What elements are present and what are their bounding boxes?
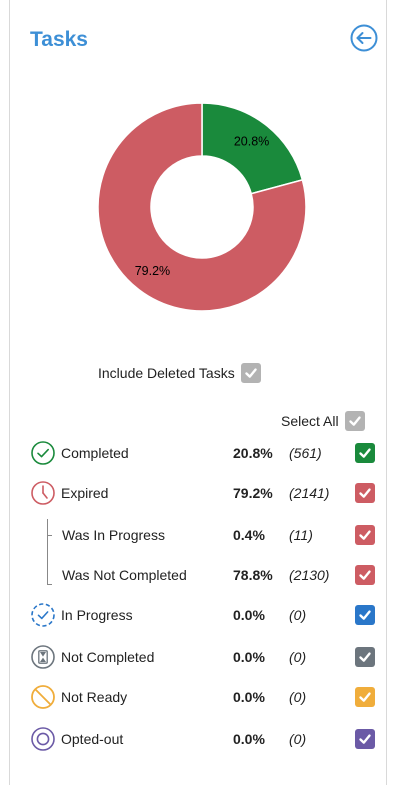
status-count: (0) — [289, 731, 307, 747]
select-all-label: Select All — [281, 413, 339, 429]
status-percent: 79.2% — [233, 485, 273, 501]
status-checkbox-was-in-progress[interactable] — [355, 525, 375, 545]
checkmark-icon — [359, 530, 371, 540]
select-all-checkbox[interactable] — [344, 411, 365, 431]
tree-connector-line — [47, 519, 48, 585]
checkmark-icon — [359, 488, 371, 498]
donut-slice-label: 20.8% — [234, 135, 269, 149]
status-row-in-progress: In Progress 0.0% (0) — [0, 601, 395, 629]
tree-connector-tick — [47, 535, 52, 536]
status-count: (0) — [289, 649, 307, 665]
status-label: Not Completed — [61, 649, 155, 665]
include-deleted-row: Include Deleted Tasks — [98, 363, 261, 383]
donut-slice-label: 79.2% — [135, 264, 170, 278]
progress-check-icon — [30, 602, 56, 628]
status-label: Expired — [61, 485, 109, 501]
tasks-panel: Tasks 20.8% 79.2% Include Deleted Tasks S… — [0, 0, 395, 785]
status-label: Not Ready — [61, 689, 128, 705]
back-button[interactable] — [349, 23, 379, 53]
arrow-left-circle-icon — [350, 24, 378, 52]
status-label: Was Not Completed — [62, 567, 187, 583]
status-row-opted-out: Opted-out 0.0% (0) — [0, 725, 395, 753]
opted-out-icon — [30, 726, 56, 752]
status-checkbox-opted-out[interactable] — [355, 729, 375, 749]
checkmark-icon — [359, 610, 371, 620]
status-checkbox-in-progress[interactable] — [355, 605, 375, 625]
checkmark-icon — [359, 734, 371, 744]
status-label: In Progress — [61, 607, 133, 623]
check-circle-icon — [30, 440, 56, 466]
status-checkbox-expired[interactable] — [355, 483, 375, 503]
status-percent: 0.0% — [233, 649, 265, 665]
status-percent: 0.0% — [233, 607, 265, 623]
status-row-was-not-completed: Was Not Completed 78.8% (2130) — [0, 561, 395, 589]
status-count: (561) — [289, 445, 322, 461]
status-count: (0) — [289, 607, 307, 623]
checkmark-icon — [348, 416, 361, 426]
status-percent: 78.8% — [233, 567, 273, 583]
include-deleted-checkbox[interactable] — [240, 363, 261, 383]
hourglass-icon — [30, 644, 56, 670]
status-row-not-completed: Not Completed 0.0% (0) — [0, 643, 395, 671]
select-all-row: Select All — [281, 411, 365, 431]
tree-connector-tick — [47, 584, 52, 585]
checkmark-icon — [359, 448, 371, 458]
status-row-not-ready: Not Ready 0.0% (0) — [0, 683, 395, 711]
page-title: Tasks — [30, 28, 88, 51]
checkmark-icon — [359, 692, 371, 702]
checkmark-icon — [245, 368, 257, 378]
status-checkbox-not-completed[interactable] — [355, 647, 375, 667]
status-row-expired: Expired 79.2% (2141) — [0, 479, 395, 507]
prohibited-icon — [30, 684, 56, 710]
include-deleted-label: Include Deleted Tasks — [98, 365, 235, 381]
status-row-completed: Completed 20.8% (561) — [0, 439, 395, 467]
checkmark-icon — [359, 570, 371, 580]
status-percent: 20.8% — [233, 445, 273, 461]
status-count: (2141) — [289, 485, 330, 501]
status-percent: 0.0% — [233, 689, 265, 705]
status-count: (0) — [289, 689, 307, 705]
checkmark-icon — [359, 652, 371, 662]
status-checkbox-completed[interactable] — [355, 443, 375, 463]
clock-icon — [30, 480, 56, 506]
tasks-donut-chart: 20.8% 79.2% — [97, 102, 307, 312]
status-checkbox-not-ready[interactable] — [355, 687, 375, 707]
status-row-was-in-progress: Was In Progress 0.4% (11) — [0, 521, 395, 549]
status-percent: 0.4% — [233, 527, 265, 543]
status-label: Completed — [61, 445, 129, 461]
status-checkbox-was-not-completed[interactable] — [355, 565, 375, 585]
status-count: (11) — [289, 527, 313, 543]
status-percent: 0.0% — [233, 731, 265, 747]
status-label: Was In Progress — [62, 527, 165, 543]
status-label: Opted-out — [61, 731, 124, 747]
status-count: (2130) — [289, 567, 330, 583]
